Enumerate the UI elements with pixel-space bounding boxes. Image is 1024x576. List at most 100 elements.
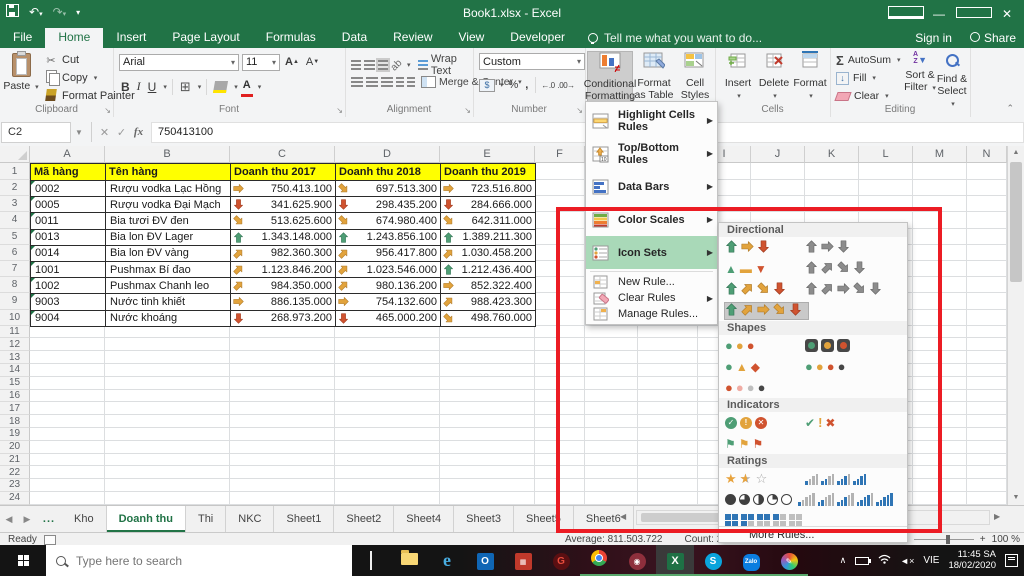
grid-cell[interactable] [30,440,105,454]
bottom-align-icon[interactable] [375,58,390,72]
grid-cell[interactable] [967,277,1007,294]
grid-cell[interactable] [335,491,440,505]
taskbar-app-task-view[interactable] [352,545,390,576]
grid-cell[interactable] [440,364,535,377]
grid-cell[interactable] [335,351,440,365]
grid-cell[interactable] [859,163,913,180]
table-cell-name[interactable]: Bia lon ĐV vàng [106,245,231,262]
grid-cell[interactable] [913,440,967,454]
tell-me-box[interactable]: Tell me what you want to do... [578,28,772,48]
grid-cell[interactable] [535,338,585,352]
grid-cell[interactable] [335,466,440,480]
column-header-C[interactable]: C [230,146,335,163]
taskbar-app-remote-app[interactable]: ▦ [504,545,542,576]
grid-cell[interactable] [967,196,1007,213]
hscroll-left-icon[interactable]: ◀ [620,512,626,521]
grid-cell[interactable] [535,415,585,428]
zoom-slider[interactable] [913,535,974,544]
grid-cell[interactable] [805,163,859,180]
grid-cell[interactable] [913,338,967,352]
tab-file[interactable]: File [0,28,45,48]
grid-cell[interactable] [535,389,585,403]
grid-cell[interactable] [638,376,698,390]
grid-cell[interactable] [440,491,535,505]
grid-cell[interactable] [440,376,535,390]
grid-cell[interactable] [967,163,1007,180]
table-cell-value[interactable]: 1.123.846.200 [231,261,336,279]
insert-function-icon[interactable]: fx [130,126,147,138]
taskbar-app-paint[interactable]: ✎ [770,545,808,576]
font-dialog-launcher-icon[interactable]: ↘ [336,106,343,115]
grid-cell[interactable] [913,491,967,505]
taskbar-app-excel[interactable]: X [656,545,694,576]
grid-cell[interactable] [913,260,967,278]
row-header-9[interactable]: 9 [0,293,30,310]
grid-cell[interactable] [967,364,1007,377]
grid-cell[interactable] [440,479,535,492]
table-cell-code[interactable]: 9004 [31,310,106,327]
icon-set-option[interactable]: ★ ★ ★ ☆ [725,472,805,485]
grid-cell[interactable] [230,338,335,352]
grid-cell[interactable] [105,351,230,365]
grid-cell[interactable] [535,228,585,245]
fill-color-button[interactable] [212,78,229,96]
accounting-format-icon[interactable]: $ [479,78,495,92]
grid-cell[interactable] [585,389,638,403]
autosum-button[interactable]: Σ AutoSum ▾ [836,52,901,68]
sheet-tab-doanh-thu[interactable]: Doanh thu [106,506,186,532]
row-header-2[interactable]: 2 [0,180,30,197]
grid-cell[interactable] [913,212,967,229]
taskbar-app-garena[interactable]: G [542,545,580,576]
table-header-cell[interactable]: Doanh thu 2017 [231,164,336,181]
alignment-dialog-launcher-icon[interactable]: ↘ [464,106,471,115]
grid-cell[interactable] [30,364,105,377]
sign-in-link[interactable]: Sign in [915,31,952,45]
row-header-7[interactable]: 7 [0,260,30,278]
grid-cell[interactable] [638,364,698,377]
grid-cell[interactable] [230,427,335,441]
grid-cell[interactable] [913,466,967,480]
tray-chevron-up-icon[interactable]: ∧ [840,555,847,566]
orientation-icon[interactable]: ab [389,57,405,73]
grid-cell[interactable] [585,338,638,352]
table-cell-name[interactable]: Bia lon ĐV Lager [106,229,231,246]
volume-muted-icon[interactable]: ◄× [900,556,914,566]
grid-cell[interactable] [585,402,638,416]
grid-cell[interactable] [105,338,230,352]
grid-cell[interactable] [638,351,698,365]
grid-cell[interactable] [751,196,805,213]
row-header-1[interactable]: 1 [0,163,30,180]
cancel-formula-icon[interactable]: ✕ [96,126,113,139]
grid-cell[interactable] [230,389,335,403]
row-header-23[interactable]: 23 [0,479,30,492]
grid-cell[interactable] [638,427,698,441]
grid-cell[interactable] [30,415,105,428]
icon-set-option[interactable]: ● ● ● ● [725,381,771,394]
grid-cell[interactable] [535,466,585,480]
grid-cell[interactable] [335,338,440,352]
table-cell-name[interactable]: Pushmax Bí đao [106,261,231,279]
accounting-dropdown-icon[interactable]: ▾ [500,81,504,89]
grid-cell[interactable] [335,415,440,428]
grid-cell[interactable] [440,440,535,454]
enter-formula-icon[interactable]: ✓ [113,126,130,139]
icon-set-option[interactable]: ▲ ▬ ▼ [725,263,805,275]
row-header-5[interactable]: 5 [0,228,30,245]
column-header-B[interactable]: B [105,146,230,163]
table-cell-value[interactable]: 1.023.546.000 [336,261,441,279]
grid-cell[interactable] [105,376,230,390]
table-cell-name[interactable]: Bia tươi ĐV đen [106,213,231,230]
wrap-text-icon[interactable] [417,60,428,70]
grid-cell[interactable] [30,479,105,492]
grid-cell[interactable] [585,453,638,467]
grid-cell[interactable] [638,453,698,467]
grid-cell[interactable] [913,163,967,180]
table-cell-value[interactable]: 1.343.148.000 [231,229,336,246]
borders-icon[interactable]: ⊞ [178,78,193,96]
grid-cell[interactable] [535,293,585,310]
grid-cell[interactable] [230,364,335,377]
grid-cell[interactable] [230,402,335,416]
table-cell-name[interactable]: Nước tinh khiết [106,294,231,311]
grid-cell[interactable] [535,351,585,365]
scroll-down-icon[interactable]: ▼ [1008,491,1024,505]
